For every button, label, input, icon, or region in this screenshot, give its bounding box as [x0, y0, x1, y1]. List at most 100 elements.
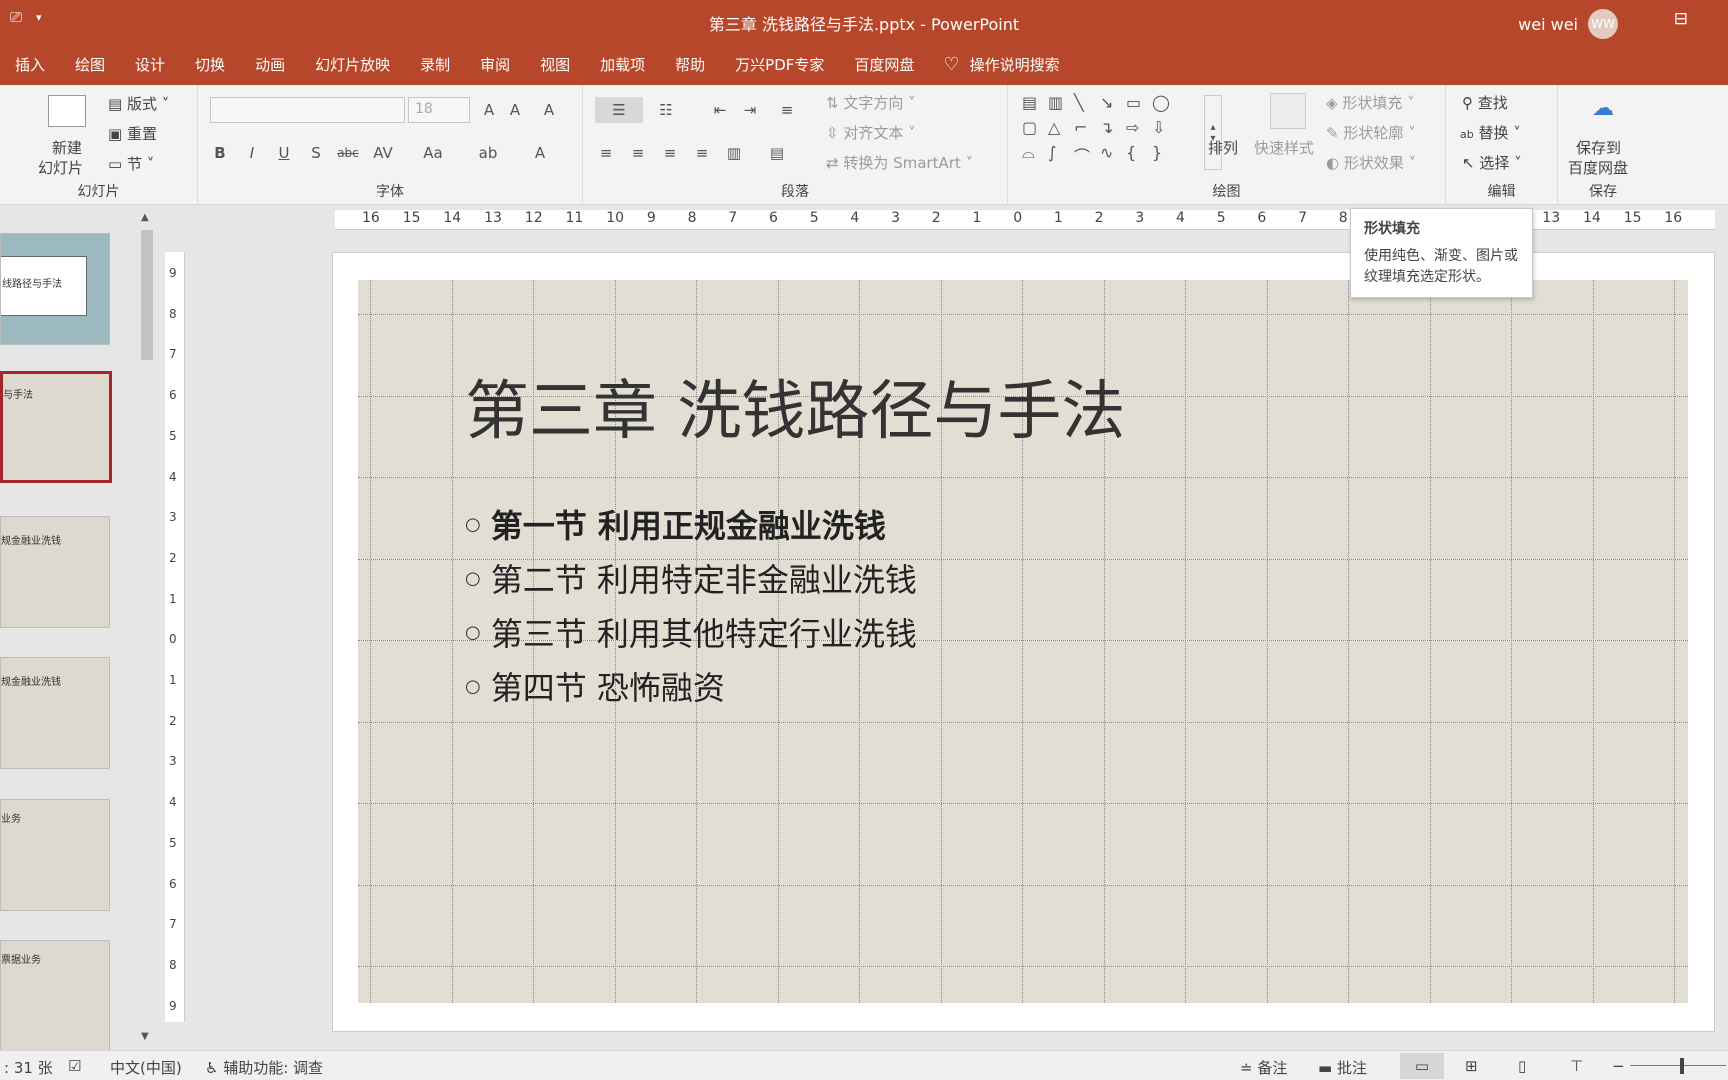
triangle-shape-icon[interactable]: △	[1048, 118, 1074, 143]
highlight-icon[interactable]: ab	[476, 141, 500, 165]
freeform-shape-icon[interactable]: ⌓	[1022, 143, 1048, 168]
bullet-item[interactable]: ○ 第四节 恐怖融资	[465, 659, 917, 713]
italic-icon[interactable]: I	[242, 141, 262, 165]
tab-10[interactable]: 帮助	[660, 54, 720, 75]
decrease-indent-icon[interactable]: ⇤	[708, 97, 732, 123]
bullet-item[interactable]: ○ 第三节 利用其他特定行业洗钱	[465, 605, 917, 659]
rectangle-shape-icon[interactable]: ▭	[1126, 93, 1152, 118]
curve-shape-icon[interactable]: ∿	[1100, 143, 1126, 168]
align-center-icon[interactable]: ≡	[627, 141, 649, 165]
numbering-icon[interactable]: ☷	[651, 97, 681, 123]
tab-2[interactable]: 设计	[120, 54, 180, 75]
arrange-button[interactable]: 排列	[1208, 137, 1238, 158]
increase-indent-icon[interactable]: ⇥	[738, 97, 762, 123]
slide-thumbnail[interactable]: 票据业务	[0, 940, 110, 1052]
slide-thumbnail[interactable]: 业务	[0, 799, 110, 911]
slide-thumbnail[interactable]: 规金融业洗钱	[0, 516, 110, 628]
bullet-item[interactable]: ○ 第一节 利用正规金融业洗钱	[465, 497, 917, 551]
grow-font-icon[interactable]: A	[478, 97, 500, 123]
tab-3[interactable]: 切换	[180, 54, 240, 75]
comments-button[interactable]: ▬ 批注	[1318, 1057, 1367, 1078]
arc-shape-icon[interactable]: ⌒	[1074, 143, 1100, 168]
align-right-icon[interactable]: ≡	[659, 141, 681, 165]
normal-view-icon[interactable]: ▭	[1400, 1053, 1444, 1079]
char-spacing-icon[interactable]: AV	[368, 141, 398, 165]
tab-12[interactable]: 百度网盘	[839, 54, 929, 75]
notes-button[interactable]: ≐ 备注	[1240, 1057, 1287, 1078]
shape-outline-button[interactable]: ✎ 形状轮廓 ˅	[1326, 122, 1416, 143]
elbow-arrow-shape-icon[interactable]: ↴	[1100, 118, 1126, 143]
arrow-line-shape-icon[interactable]: ↘	[1100, 93, 1126, 118]
font-color-icon[interactable]: A	[528, 141, 552, 165]
tab-7[interactable]: 审阅	[465, 54, 525, 75]
layout-button[interactable]: ▤ 版式 ˅	[108, 93, 169, 114]
rounded-rect-shape-icon[interactable]: ▢	[1022, 118, 1048, 143]
scroll-up-icon[interactable]: ▲	[141, 212, 149, 223]
right-brace-shape-icon[interactable]: }	[1152, 143, 1178, 168]
thumbnails-scrollbar[interactable]: ▲ ▼	[139, 212, 155, 1042]
distributed-icon[interactable]: ▥	[723, 141, 745, 165]
select-button[interactable]: ↖ 选择 ˅	[1462, 152, 1522, 173]
slideshow-icon[interactable]: ⊤	[1570, 1057, 1583, 1075]
section-button[interactable]: ▭ 节 ˅	[108, 153, 154, 174]
oval-shape-icon[interactable]: ◯	[1152, 93, 1178, 118]
font-size-select[interactable]: 18	[408, 97, 470, 123]
text-direction-button[interactable]: ⇅ 文字方向 ˅	[826, 92, 916, 113]
underline-icon[interactable]: U	[274, 141, 294, 165]
find-button[interactable]: ⚲ 查找	[1462, 92, 1508, 113]
bullet-item[interactable]: ○ 第二节 利用特定非金融业洗钱	[465, 551, 917, 605]
accessibility-status[interactable]: ♿ 辅助功能: 调查	[205, 1057, 323, 1078]
new-slide-icon[interactable]	[48, 95, 86, 127]
align-left-icon[interactable]: ≡	[595, 141, 617, 165]
avatar[interactable]: WW	[1588, 9, 1618, 39]
tab-8[interactable]: 视图	[525, 54, 585, 75]
tab-11[interactable]: 万兴PDF专家	[720, 54, 839, 75]
slide-thumbnail[interactable]: 线路径与手法	[0, 233, 110, 345]
zoom-out-icon[interactable]: −	[1612, 1057, 1625, 1075]
arrange-icon[interactable]	[1208, 93, 1236, 121]
zoom-slider[interactable]	[1630, 1065, 1726, 1066]
reset-button[interactable]: ▣ 重置	[108, 123, 157, 144]
tab-5[interactable]: 幻灯片放映	[300, 54, 405, 75]
line-spacing-icon[interactable]: ≡	[775, 97, 799, 123]
tab-4[interactable]: 动画	[240, 54, 300, 75]
save-to-baidu-label[interactable]: 百度网盘	[1568, 157, 1628, 178]
tab-9[interactable]: 加载项	[585, 54, 660, 75]
quick-styles-button[interactable]: 快速样式	[1254, 137, 1314, 158]
smartart-button[interactable]: ⇄ 转换为 SmartArt ˅	[826, 152, 973, 173]
shapes-gallery[interactable]: ▤ ▥ ╲ ↘ ▭ ◯ ▢ △ ⌐ ↴ ⇨ ⇩ ⌓ ∫ ⌒ ∿{}	[1022, 93, 1192, 175]
zoom-slider-handle[interactable]	[1680, 1058, 1684, 1074]
ribbon-display-icon[interactable]: ⊟	[1674, 9, 1688, 29]
left-brace-shape-icon[interactable]: {	[1126, 143, 1152, 168]
shape-fill-button[interactable]: ◈ 形状填充 ˅	[1326, 92, 1415, 113]
slide-thumbnail[interactable]: 规金融业洗钱	[0, 657, 110, 769]
bullets-icon[interactable]: ☰	[595, 97, 643, 123]
user-account[interactable]: wei wei WW	[1518, 9, 1618, 39]
tell-me-search[interactable]: ♡ 操作说明搜索	[929, 54, 1059, 75]
tab-0[interactable]: 插入	[0, 54, 60, 75]
strikethrough-icon[interactable]: abc	[336, 141, 360, 165]
vtextbox-shape-icon[interactable]: ▥	[1048, 93, 1074, 118]
reading-view-icon[interactable]: ▯	[1518, 1057, 1526, 1075]
align-text-button[interactable]: ⇳ 对齐文本 ˅	[826, 122, 916, 143]
slide-sorter-icon[interactable]: ⊞	[1465, 1057, 1478, 1075]
shadow-icon[interactable]: S	[306, 141, 326, 165]
language-status[interactable]: 中文(中国)	[110, 1057, 182, 1078]
shrink-font-icon[interactable]: A	[504, 97, 526, 123]
spellcheck-icon[interactable]: ☑	[68, 1057, 81, 1075]
new-slide-label[interactable]: 幻灯片	[38, 157, 83, 178]
bold-icon[interactable]: B	[210, 141, 230, 165]
new-slide-button[interactable]: 新建	[52, 137, 82, 158]
columns-icon[interactable]: ▤	[763, 141, 791, 165]
scrollbar-thumb[interactable]	[141, 230, 153, 360]
font-name-select[interactable]	[210, 97, 405, 123]
shape-effects-button[interactable]: ◐ 形状效果 ˅	[1326, 152, 1416, 173]
vertical-ruler[interactable]: 9 8 7 6 5 4 3 2 1 0 1 2 3 4 5 6 7 8 9	[165, 252, 185, 1022]
textbox-shape-icon[interactable]: ▤	[1022, 93, 1048, 118]
down-arrow-shape-icon[interactable]: ⇩	[1152, 118, 1178, 143]
right-arrow-shape-icon[interactable]: ⇨	[1126, 118, 1152, 143]
slide-thumbnail-selected[interactable]: 与手法	[0, 371, 112, 483]
tab-1[interactable]: 绘图	[60, 54, 120, 75]
scroll-down-icon[interactable]: ▼	[141, 1031, 149, 1042]
tab-6[interactable]: 录制	[405, 54, 465, 75]
